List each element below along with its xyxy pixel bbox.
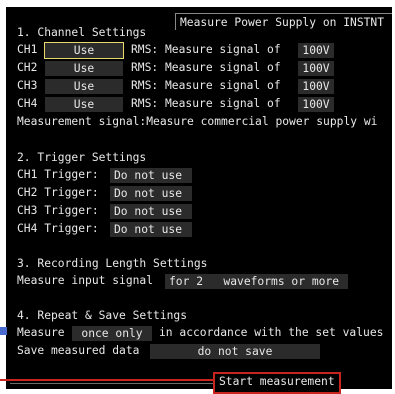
channel-settings-heading: 1. Channel Settings [17, 26, 147, 39]
ch3-voltage-select[interactable]: 100V [298, 79, 334, 94]
ch2-voltage-select[interactable]: 100V [298, 61, 334, 76]
ch1-trigger-select[interactable]: Do not use [110, 168, 192, 183]
screen-title: Measure Power Supply on INSTNT [175, 13, 395, 30]
ch1-label: CH1 [17, 43, 38, 56]
save-data-label: Save measured data [17, 344, 140, 357]
ch1-voltage-select[interactable]: 100V [298, 43, 334, 58]
measurement-signal-note: Measurement signal:Measure commercial po… [17, 115, 378, 128]
measure-label: Measure [17, 326, 65, 339]
ch2-trigger-select[interactable]: Do not use [110, 186, 192, 201]
ch2-use-select[interactable]: Use [45, 61, 123, 76]
ch1-rms-label: RMS: Measure signal of [131, 43, 281, 56]
measure-suffix: in accordance with the set values [159, 326, 384, 339]
ch4-rms-label: RMS: Measure signal of [131, 97, 281, 110]
trigger-settings-heading: 2. Trigger Settings [17, 151, 147, 164]
ch1-trigger-label: CH1 Trigger: [17, 168, 99, 181]
ch1-use-select[interactable]: Use [44, 42, 124, 59]
recording-length-heading: 3. Recording Length Settings [17, 257, 208, 270]
ch3-use-select[interactable]: Use [45, 79, 123, 94]
ch4-trigger-select[interactable]: Do not use [110, 222, 192, 237]
start-measurement-button[interactable]: Start measurement [213, 372, 341, 394]
callout-underline [10, 383, 213, 384]
repeat-mode-select[interactable]: once only [72, 326, 152, 341]
ch3-label: CH3 [17, 79, 38, 92]
callout-line [0, 379, 213, 381]
settings-screen: Measure Power Supply on INSTNT 1. Channe… [0, 0, 395, 393]
frame-top [0, 0, 395, 7]
waveform-count-select[interactable]: for 2 waveforms or more [165, 274, 348, 289]
ch4-voltage-select[interactable]: 100V [298, 97, 334, 112]
ch2-trigger-label: CH2 Trigger: [17, 186, 99, 199]
ch2-rms-label: RMS: Measure signal of [131, 61, 281, 74]
ch3-trigger-label: CH3 Trigger: [17, 204, 99, 217]
repeat-save-heading: 4. Repeat & Save Settings [17, 309, 188, 322]
save-mode-select[interactable]: do not save [150, 344, 320, 359]
ch3-trigger-select[interactable]: Do not use [110, 204, 192, 219]
side-marker [0, 327, 7, 335]
ch4-label: CH4 [17, 97, 38, 110]
ch3-rms-label: RMS: Measure signal of [131, 79, 281, 92]
recording-input-label: Measure input signal [17, 274, 154, 287]
ch4-trigger-label: CH4 Trigger: [17, 222, 99, 235]
ch4-use-select[interactable]: Use [45, 97, 123, 112]
ch2-label: CH2 [17, 61, 38, 74]
